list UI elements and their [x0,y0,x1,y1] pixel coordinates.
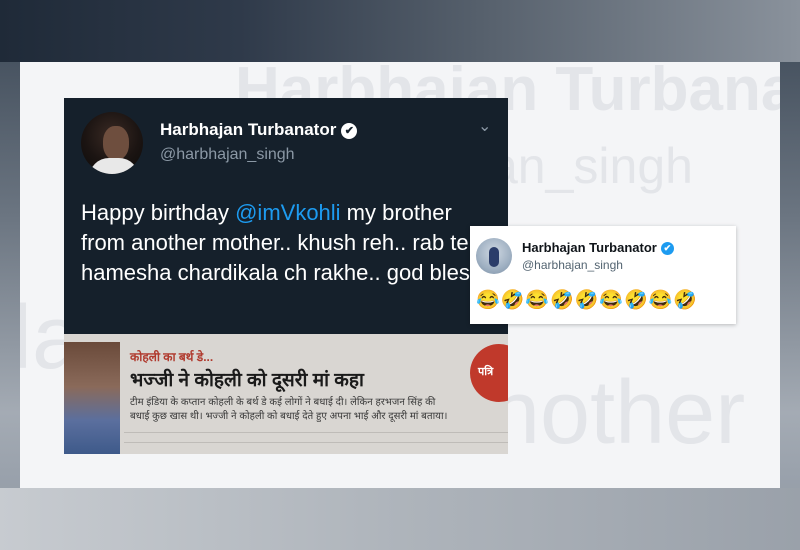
news-photo [64,342,120,454]
reply-tweet-card: Harbhajan Turbanator ✔ @harbhajan_singh 😂… [470,226,736,324]
background-bottom [0,488,800,550]
avatar[interactable] [476,238,512,274]
tweet-text-start: Happy birthday [81,200,236,225]
display-name[interactable]: Harbhajan Turbanator ✔ [160,120,358,140]
verified-badge-icon: ✔ [660,242,674,256]
background-top [0,0,800,62]
display-name-text[interactable]: Harbhajan Turbanator [160,120,336,139]
news-body-line: टीम इंडिया के कप्तान कोहली के बर्थ डे कई… [130,397,436,408]
watermark-handle: an_singh [490,138,693,194]
news-divider [124,432,508,433]
chevron-down-icon[interactable]: ⌄ [478,116,491,136]
display-name-text[interactable]: Harbhajan Turbanator [522,240,657,255]
laughing-emoji-row: 😂🤣😂🤣🤣😂🤣😂🤣 [476,290,698,311]
news-kicker: कोहली का बर्थ डे... [130,350,214,364]
newspaper-clipping: कोहली का बर्थ डे... भज्जी ने कोहली को दू… [64,334,508,454]
watermark-fragment-right: nother [490,363,746,463]
verified-badge-icon: ✔ [341,122,358,139]
mention-link[interactable]: @imVkohli [235,200,340,225]
news-headline: भज्जी ने कोहली को दूसरी मां कहा [130,370,364,391]
tweet-text: Happy birthday @imVkohli my brother from… [81,198,501,288]
main-tweet-card: Harbhajan Turbanator ✔ @harbhajan_singh ⌄… [64,98,508,334]
news-divider [124,442,508,443]
avatar[interactable] [81,112,143,174]
news-body-line: बधाई कुछ खास थी। भज्जी ने कोहली को बधाई … [130,411,448,422]
user-handle[interactable]: @harbhajan_singh [522,258,623,272]
display-name[interactable]: Harbhajan Turbanator ✔ [522,240,674,256]
user-handle[interactable]: @harbhajan_singh [160,146,295,164]
